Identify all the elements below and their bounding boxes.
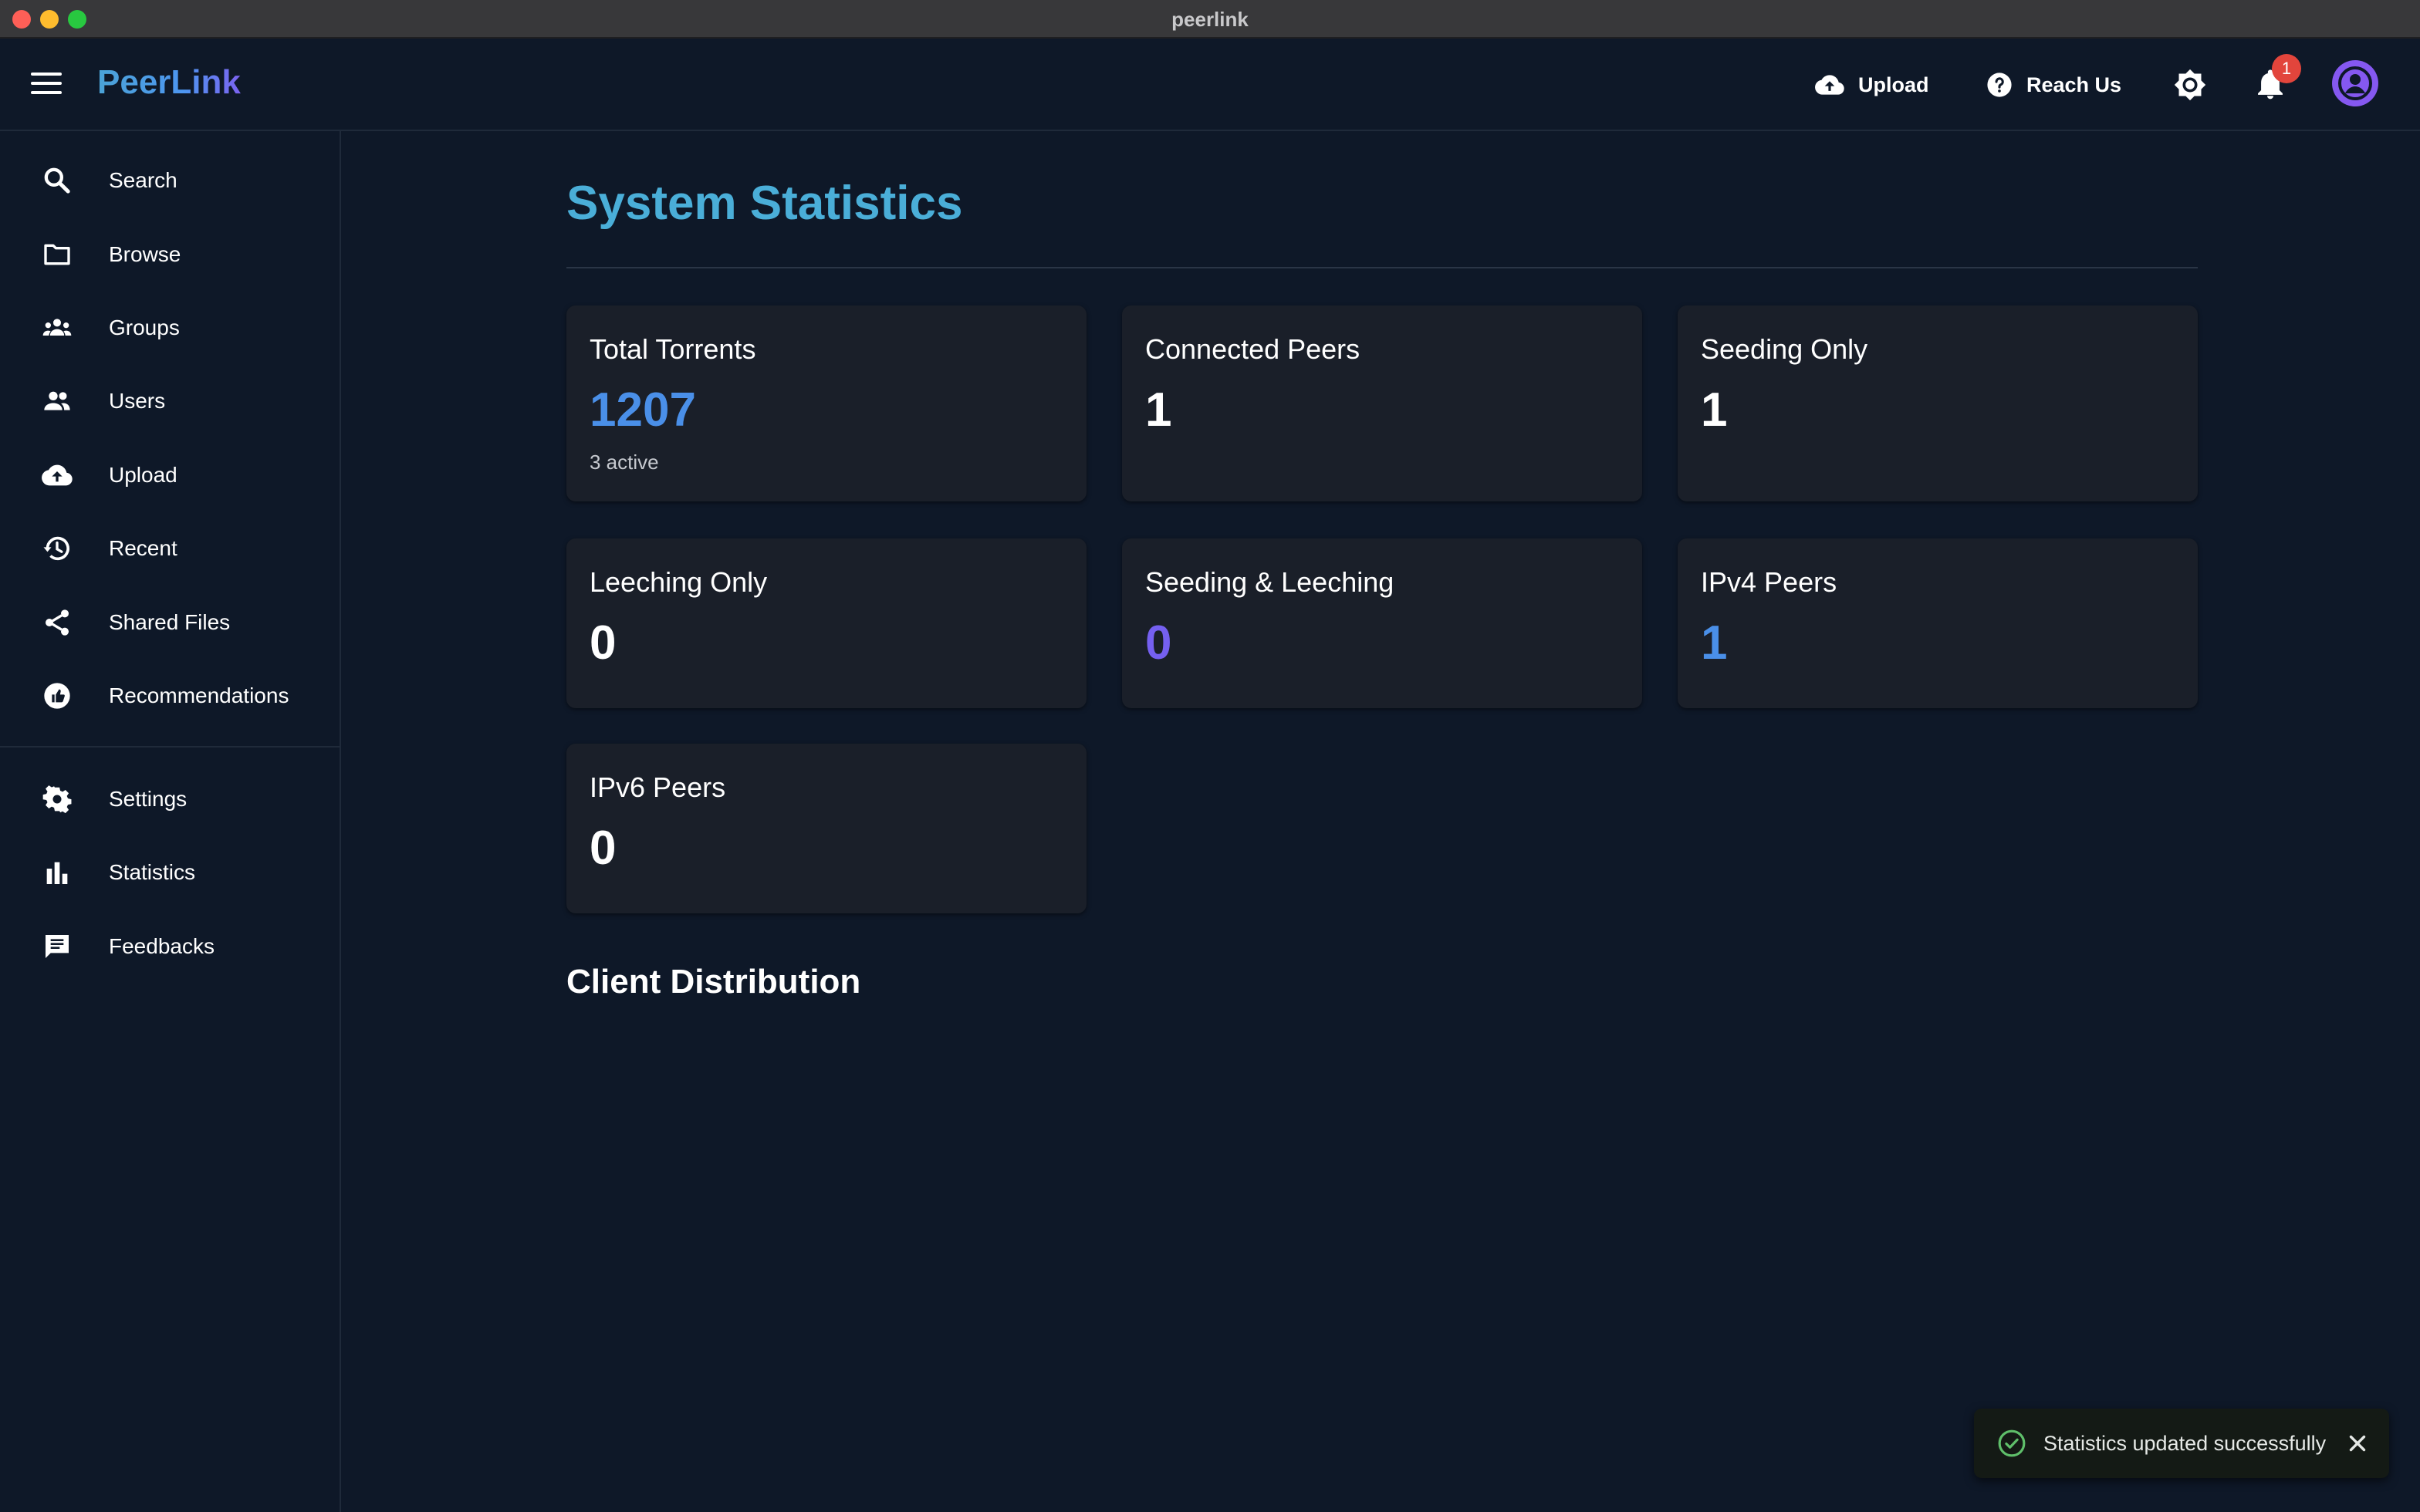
sidebar-item-search[interactable]: Search <box>0 150 340 211</box>
sidebar-item-upload[interactable]: Upload <box>0 444 340 506</box>
help-icon <box>1987 73 2012 97</box>
sidebar: Search Browse Groups Users Upload Recent… <box>0 131 341 1512</box>
title-bar: peerlink <box>0 0 2420 39</box>
stat-card-ipv4-peers: IPv4 Peers 1 <box>1678 538 2198 708</box>
brightness-icon[interactable] <box>2173 68 2207 102</box>
stat-value: 1 <box>1145 383 1172 437</box>
check-circle-icon <box>1998 1429 2026 1457</box>
sidebar-item-groups[interactable]: Groups <box>0 297 340 359</box>
stat-label: Total Torrents <box>590 333 756 365</box>
stat-value: 0 <box>590 822 617 875</box>
sidebar-item-label: Groups <box>109 316 180 339</box>
sidebar-item-statistics[interactable]: Statistics <box>0 842 340 903</box>
header-upload-button[interactable]: Upload <box>1815 66 1929 103</box>
stat-card-ipv6-peers: IPv6 Peers 0 <box>566 744 1087 913</box>
main-content: System Statistics Total Torrents 1207 3 … <box>343 131 2420 1512</box>
stat-value: 1 <box>1701 616 1728 670</box>
stat-card-connected-peers: Connected Peers 1 <box>1122 305 1642 501</box>
header-upload-label: Upload <box>1858 73 1929 96</box>
stat-label: Connected Peers <box>1145 333 1360 365</box>
page-title: System Statistics <box>566 177 963 230</box>
success-toast: Statistics updated successfully <box>1974 1409 2389 1478</box>
sidebar-item-recent[interactable]: Recent <box>0 518 340 579</box>
stat-value: 1207 <box>590 383 696 437</box>
brand-logo[interactable]: PeerLink <box>97 63 241 102</box>
stat-card-seeding-leeching: Seeding & Leeching 0 <box>1122 538 1642 708</box>
groups-icon <box>42 319 72 336</box>
menu-icon[interactable] <box>31 73 62 97</box>
stat-label: Seeding & Leeching <box>1145 566 1394 598</box>
sidebar-item-label: Shared Files <box>109 610 231 634</box>
reach-us-button[interactable]: Reach Us <box>1986 66 2121 103</box>
close-icon[interactable] <box>2344 1430 2371 1456</box>
sidebar-item-label: Recent <box>109 536 177 560</box>
sidebar-item-settings[interactable]: Settings <box>0 768 340 830</box>
window-title: peerlink <box>1171 8 1249 31</box>
app-window: peerlink PeerLink Upload Reach Us 1 Sear… <box>0 0 2420 1512</box>
share-icon <box>46 609 69 636</box>
stat-label: IPv6 Peers <box>590 771 726 803</box>
notification-badge: 1 <box>2272 54 2301 83</box>
stat-subtext: 3 active <box>590 451 659 474</box>
title-divider <box>566 267 2198 268</box>
folder-icon <box>44 244 70 265</box>
sidebar-divider <box>0 746 340 748</box>
sidebar-item-label: Browse <box>109 242 181 266</box>
cloud-upload-icon <box>1815 75 1844 95</box>
sidebar-item-feedbacks[interactable]: Feedbacks <box>0 916 340 977</box>
stat-label: Seeding Only <box>1701 333 1868 365</box>
search-icon <box>44 167 70 194</box>
stat-card-leeching-only: Leeching Only 0 <box>566 538 1087 708</box>
sidebar-item-label: Upload <box>109 463 177 487</box>
stat-label: Leeching Only <box>590 566 768 598</box>
sidebar-item-users[interactable]: Users <box>0 370 340 432</box>
account-avatar[interactable] <box>2332 60 2378 106</box>
feedback-icon <box>46 935 69 958</box>
stat-label: IPv4 Peers <box>1701 566 1837 598</box>
sidebar-item-label: Settings <box>109 787 188 811</box>
sidebar-item-label: Statistics <box>109 860 196 884</box>
sidebar-item-browse[interactable]: Browse <box>0 224 340 285</box>
app-header: PeerLink Upload Reach Us 1 <box>0 39 2420 131</box>
cloud-upload-icon <box>42 464 73 486</box>
sidebar-item-recommendations[interactable]: Recommendations <box>0 665 340 727</box>
sidebar-item-shared-files[interactable]: Shared Files <box>0 592 340 653</box>
sidebar-item-label: Recommendations <box>109 683 289 707</box>
stat-value: 0 <box>1145 616 1172 670</box>
stat-card-seeding-only: Seeding Only 1 <box>1678 305 2198 501</box>
toast-message: Statistics updated successfully <box>2043 1432 2327 1455</box>
recommend-icon <box>44 683 70 709</box>
bar-chart-icon <box>46 862 68 884</box>
stat-value: 1 <box>1701 383 1728 437</box>
sidebar-item-label: Users <box>109 389 166 413</box>
sidebar-item-label: Search <box>109 168 177 192</box>
sidebar-item-label: Feedbacks <box>109 934 215 958</box>
account-icon <box>2338 66 2372 100</box>
stat-card-total-torrents: Total Torrents 1207 3 active <box>566 305 1087 501</box>
client-distribution-heading: Client Distribution <box>566 963 861 1001</box>
users-icon <box>44 391 70 410</box>
reach-us-label: Reach Us <box>2026 73 2122 96</box>
stat-value: 0 <box>590 616 617 670</box>
gear-icon <box>42 785 72 814</box>
history-icon <box>43 536 69 561</box>
